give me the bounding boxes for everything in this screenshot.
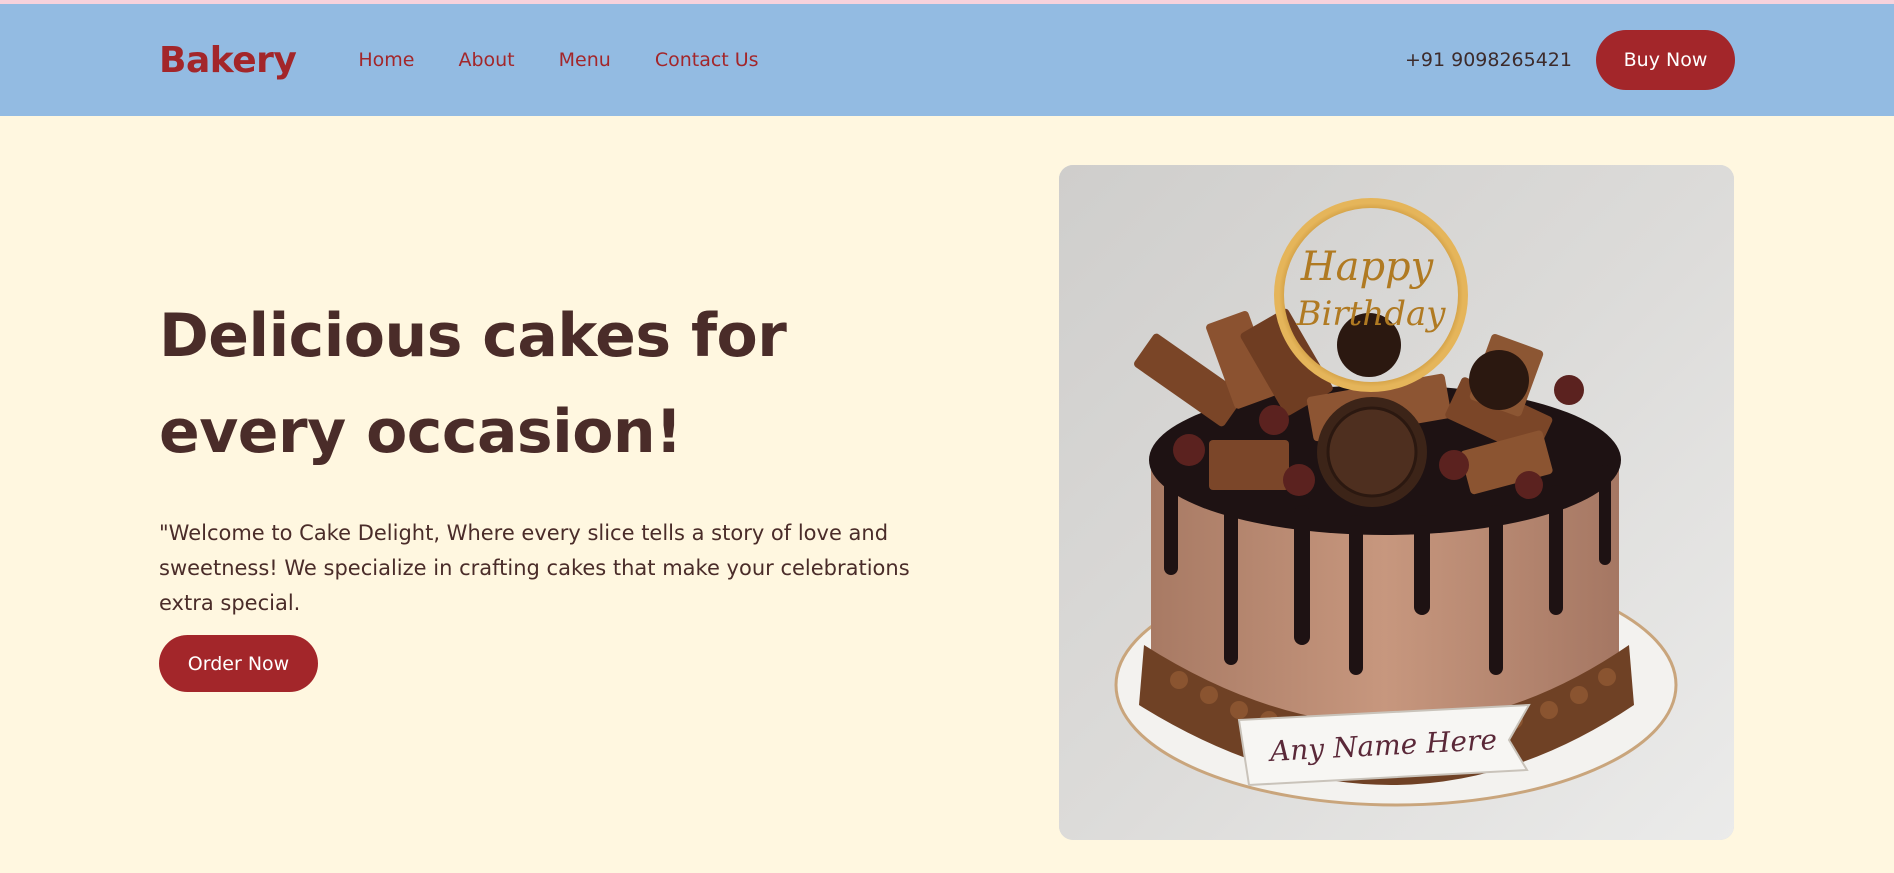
cake-image: Happy Birthday Any Name Here [1059, 165, 1734, 840]
topper-text-birthday: Birthday [1296, 294, 1447, 334]
logo[interactable]: Bakery [159, 40, 297, 81]
nav-link-menu[interactable]: Menu [559, 49, 611, 71]
hero-title-line1: Delicious cakes for [159, 301, 787, 371]
hero-description: "Welcome to Cake Delight, Where every sl… [159, 521, 910, 615]
nav-link-about[interactable]: About [458, 49, 514, 71]
order-now-button[interactable]: Order Now [159, 635, 318, 692]
buy-now-button[interactable]: Buy Now [1596, 30, 1735, 90]
navbar: Bakery Home About Menu Contact Us +91 90… [0, 4, 1894, 116]
topper-text-happy: Happy [1300, 244, 1435, 290]
nav-link-home[interactable]: Home [358, 49, 414, 71]
hero-title: Delicious cakes for every occasion! [159, 288, 919, 480]
phone-number: +91 9098265421 [1404, 49, 1572, 71]
nav-link-contact[interactable]: Contact Us [655, 49, 759, 71]
hero-text: Delicious cakes for every occasion! "Wel… [159, 288, 919, 692]
nav-right: +91 9098265421 Buy Now [1405, 30, 1735, 90]
hero-section: Delicious cakes for every occasion! "Wel… [0, 116, 1894, 873]
nav-links: Home About Menu Contact Us [358, 49, 758, 71]
hero-title-line2: every occasion! [159, 397, 683, 467]
